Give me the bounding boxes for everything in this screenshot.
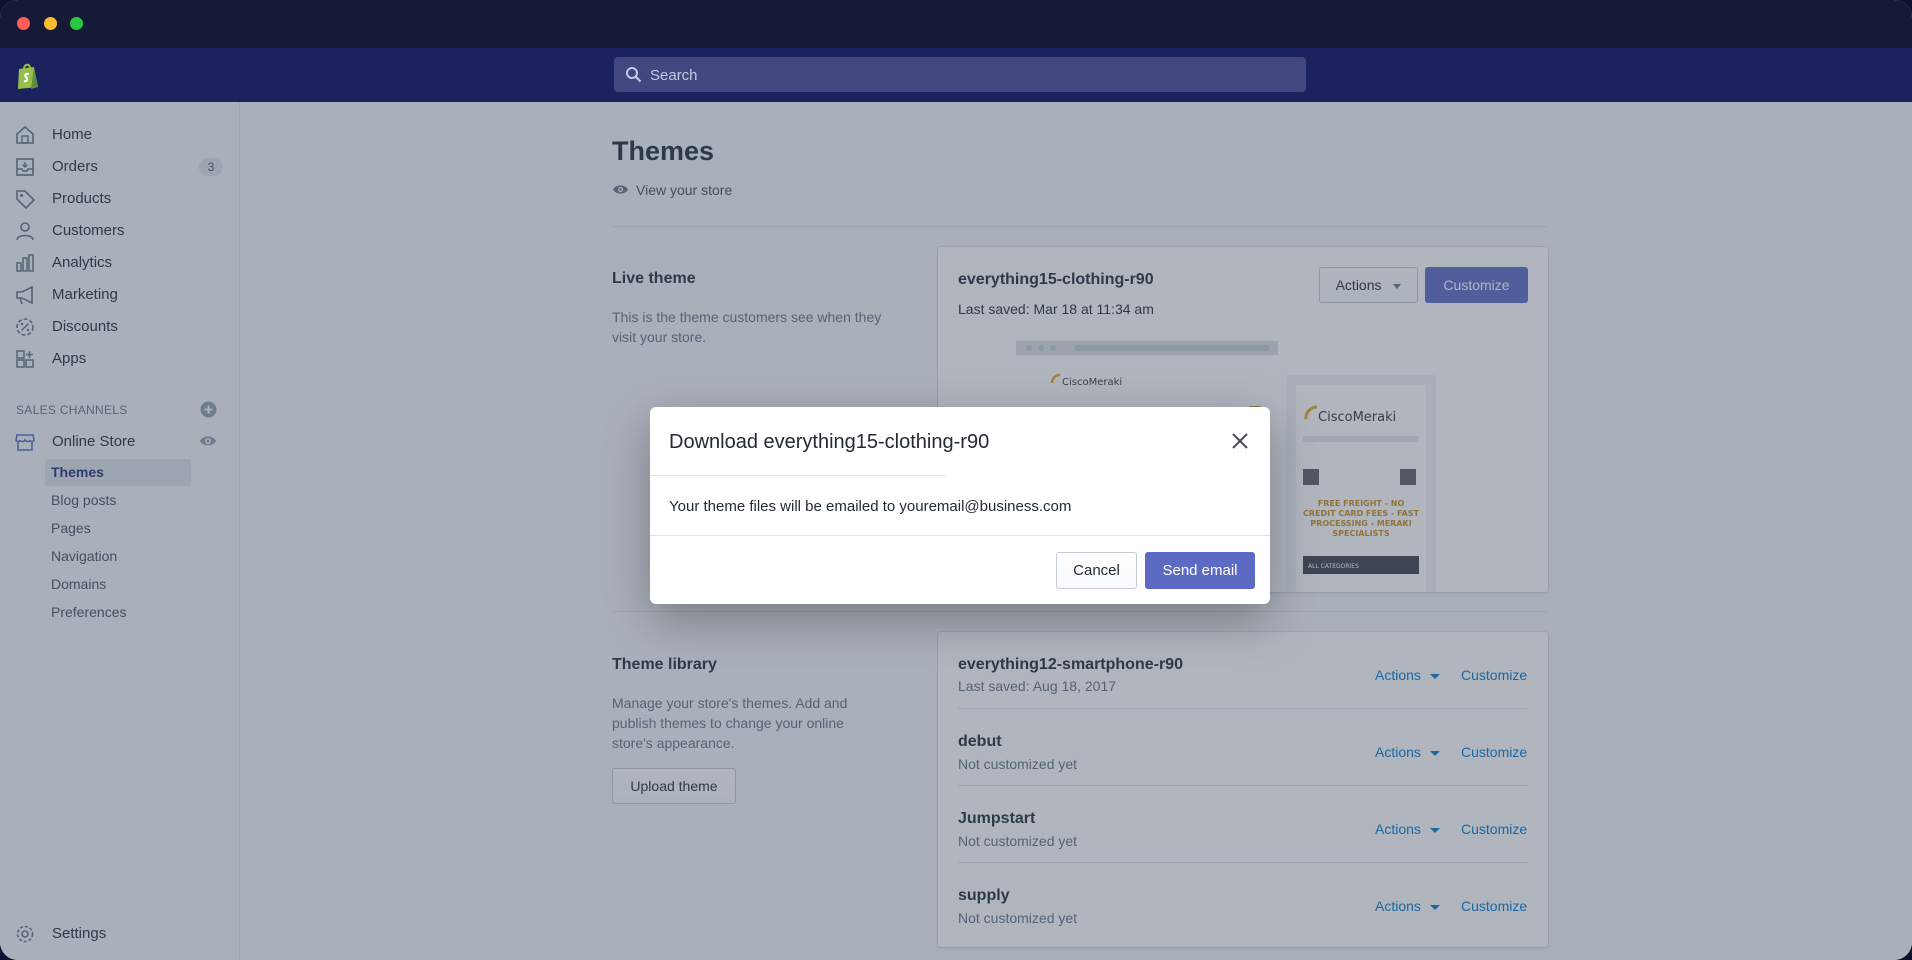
app-window: Search Home Orders 3 Products Customers … [0,0,1912,960]
shopify-logo-icon[interactable] [15,62,41,90]
minimize-window-button[interactable] [44,17,57,30]
window-titlebar [0,0,1912,48]
modal-title: Download everything15-clothing-r90 [669,431,990,453]
modal-divider [650,535,1270,536]
download-theme-modal: Download everything15-clothing-r90 Your … [650,407,1270,604]
top-bar: Search [0,48,1912,102]
close-window-button[interactable] [17,17,30,30]
maximize-window-button[interactable] [70,17,83,30]
search-placeholder: Search [650,67,698,84]
modal-message: Your theme files will be emailed to your… [669,498,1072,515]
close-icon[interactable] [1230,431,1250,451]
search-input[interactable]: Search [614,57,1306,92]
send-email-button[interactable]: Send email [1145,552,1255,589]
modal-divider [650,475,946,476]
cancel-button[interactable]: Cancel [1056,552,1137,589]
search-icon [626,67,642,83]
